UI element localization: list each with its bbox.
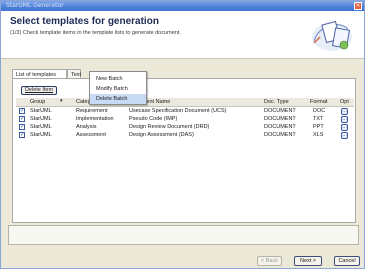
back-button[interactable]: < Back bbox=[257, 256, 282, 266]
documents-icon bbox=[312, 20, 352, 51]
page-subtitle: (1/3) Check template items in the templa… bbox=[10, 30, 181, 36]
table-row[interactable]: ✓ StarUML Implementation Pseudo Code (IM… bbox=[16, 115, 354, 123]
cell-group: StarUML bbox=[30, 108, 52, 114]
cell-format: TXT bbox=[313, 116, 324, 122]
cell-group: StarUML bbox=[30, 124, 52, 130]
cell-doc-type: DOCUMENT bbox=[264, 108, 296, 114]
cell-category: Analysis bbox=[76, 124, 97, 130]
cell-format: XLS bbox=[313, 132, 324, 138]
row-checkbox[interactable]: ✓ bbox=[19, 132, 25, 138]
cell-category: Assessment bbox=[76, 132, 106, 138]
cancel-button[interactable]: Cancel bbox=[334, 256, 360, 266]
cell-format: DOC bbox=[313, 108, 326, 114]
menu-item-modify-batch[interactable]: Modify Batch bbox=[90, 84, 146, 94]
grid-header: Group ▾ Category Document Name Doc. Type… bbox=[16, 98, 354, 107]
cell-group: StarUML bbox=[30, 132, 52, 138]
cell-format: PPT bbox=[313, 124, 324, 130]
options-icon[interactable]: … bbox=[341, 108, 348, 115]
table-row[interactable]: ✓ StarUML Analysis Design Review Documen… bbox=[16, 123, 354, 131]
cell-document-name: Design Review Document (DRD) bbox=[129, 124, 210, 130]
template-panel: Delete Item Group ▾ Category Document Na… bbox=[12, 78, 356, 223]
cell-doc-type: DOCUMENT bbox=[264, 116, 296, 122]
column-header-format[interactable]: Format bbox=[310, 99, 327, 105]
row-checkbox[interactable]: ✓ bbox=[19, 124, 25, 130]
cell-category: Requirement bbox=[76, 108, 108, 114]
delete-item-button[interactable]: Delete Item bbox=[21, 86, 57, 95]
cell-document-name: Pseudo Code (IMP) bbox=[129, 116, 178, 122]
cell-document-name: Usecase Specification Document (UCS) bbox=[129, 108, 227, 114]
close-icon[interactable]: × bbox=[354, 2, 362, 10]
cell-doc-type: DOCUMENT bbox=[264, 124, 296, 130]
column-header-group[interactable]: Group bbox=[30, 99, 45, 105]
cell-group: StarUML bbox=[30, 116, 52, 122]
description-box bbox=[8, 225, 359, 245]
page-title: Select templates for generation bbox=[10, 16, 159, 27]
table-row[interactable]: ✓ StarUML Requirement Usecase Specificat… bbox=[16, 107, 354, 115]
next-button[interactable]: Next > bbox=[294, 256, 322, 266]
template-grid: Group ▾ Category Document Name Doc. Type… bbox=[16, 98, 354, 139]
row-checkbox[interactable]: ✓ bbox=[19, 116, 25, 122]
column-header-doc-type[interactable]: Doc. Type bbox=[264, 99, 289, 105]
options-icon[interactable]: … bbox=[341, 132, 348, 139]
column-header-opt[interactable]: Opt bbox=[340, 99, 349, 105]
title-bar[interactable]: StarUML Generator × bbox=[1, 1, 364, 11]
window-title: StarUML Generator bbox=[6, 2, 64, 9]
options-icon[interactable]: … bbox=[341, 124, 348, 131]
row-checkbox[interactable]: ✓ bbox=[19, 108, 25, 114]
generator-window: StarUML Generator × Select templates for… bbox=[0, 0, 365, 269]
wizard-header: Select templates for generation (1/3) Ch… bbox=[1, 11, 364, 59]
menu-item-new-batch[interactable]: New Batch bbox=[90, 74, 146, 84]
table-row[interactable]: ✓ StarUML Assessment Design Assessment (… bbox=[16, 131, 354, 139]
cell-doc-type: DOCUMENT bbox=[264, 132, 296, 138]
cell-category: Implementation bbox=[76, 116, 114, 122]
menu-item-delete-batch[interactable]: Delete Batch bbox=[90, 94, 146, 104]
context-menu: New Batch Modify Batch Delete Batch bbox=[89, 71, 147, 105]
sort-icon: ▾ bbox=[60, 98, 63, 104]
cell-document-name: Design Assessment (DAS) bbox=[129, 132, 194, 138]
options-icon[interactable]: … bbox=[341, 116, 348, 123]
